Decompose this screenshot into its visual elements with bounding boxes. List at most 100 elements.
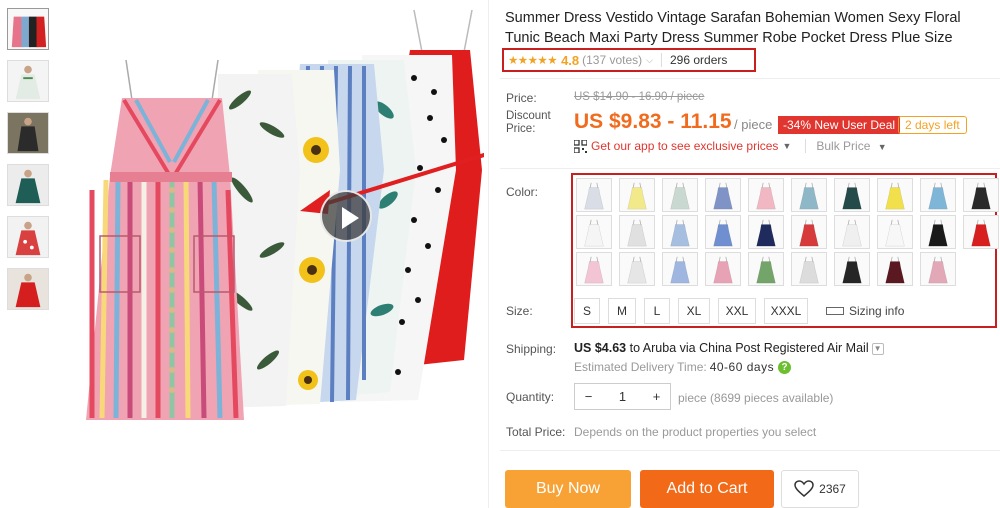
- add-to-cart-button[interactable]: Add to Cart: [640, 470, 774, 508]
- thumbnail-1[interactable]: [7, 8, 49, 50]
- bulk-price-label: Bulk Price: [816, 139, 871, 153]
- color-swatch-18[interactable]: [877, 215, 913, 249]
- app-exclusive-prices-link[interactable]: Get our app to see exclusive prices: [591, 139, 778, 153]
- section-divider: [500, 450, 1000, 451]
- color-swatch-26[interactable]: [791, 252, 827, 286]
- new-user-deal-badge: -34% New User Deal: [778, 116, 901, 134]
- quantity-label: Quantity:: [506, 390, 555, 404]
- orders-count: 296 orders: [670, 53, 728, 67]
- estimated-delivery-label: Estimated Delivery Time:: [574, 360, 707, 374]
- caret-down-icon[interactable]: ▼: [782, 141, 791, 151]
- size-label: Size:: [506, 304, 533, 318]
- color-swatch-28[interactable]: [877, 252, 913, 286]
- days-left-badge: 2 days left: [898, 116, 967, 134]
- size-option-xxl[interactable]: XXL: [718, 298, 756, 324]
- caret-down-icon: ▼: [877, 142, 887, 152]
- original-price: US $14.90 - 16.90 / piece: [574, 91, 705, 103]
- quantity-input[interactable]: 1: [609, 389, 636, 404]
- discount-label-line-2: Price:: [506, 123, 536, 135]
- size-option-xl[interactable]: XL: [678, 298, 710, 324]
- size-option-xxxl[interactable]: XXXL: [764, 298, 808, 324]
- shipping-options-dropdown-icon[interactable]: ▼: [871, 342, 884, 355]
- size-option-s[interactable]: S: [574, 298, 600, 324]
- price-label: Price:: [506, 91, 537, 105]
- thumbnail-4[interactable]: [7, 164, 49, 206]
- rating-summary: ★★★★★ 4.8 (137 votes) ⌵ 296 orders: [502, 48, 756, 72]
- color-swatch-20[interactable]: [963, 215, 999, 249]
- ruler-icon: [826, 307, 844, 315]
- color-swatch-22[interactable]: [619, 252, 655, 286]
- vertical-divider: [488, 0, 489, 508]
- shipping-cost: US $4.63: [574, 341, 627, 355]
- discount-price: US $9.83 - 11.15: [574, 110, 732, 133]
- thumbnail-5[interactable]: [7, 216, 49, 258]
- shipping-destination: to Aruba via China Post Registered Air M…: [626, 341, 869, 355]
- color-swatch-4[interactable]: [705, 178, 741, 212]
- shipping-info: US $4.63 to Aruba via China Post Registe…: [574, 341, 884, 355]
- shipping-label: Shipping:: [506, 342, 557, 356]
- thumbnail-6[interactable]: [7, 268, 49, 310]
- color-label: Color:: [506, 185, 539, 199]
- rating-divider: [661, 53, 662, 67]
- color-swatch-10[interactable]: [963, 178, 999, 212]
- color-swatch-16[interactable]: [791, 215, 827, 249]
- buy-now-button[interactable]: Buy Now: [505, 470, 631, 508]
- main-product-image[interactable]: [72, 0, 484, 430]
- thumbnail-2[interactable]: [7, 60, 49, 102]
- color-swatch-5[interactable]: [748, 178, 784, 212]
- size-option-l[interactable]: L: [644, 298, 670, 324]
- sizing-info-link[interactable]: Sizing info: [826, 304, 904, 318]
- color-swatch-21[interactable]: [576, 252, 612, 286]
- chevron-down-icon[interactable]: ⌵: [646, 55, 653, 66]
- quantity-decrease-button[interactable]: −: [575, 389, 602, 404]
- color-swatch-15[interactable]: [748, 215, 784, 249]
- color-swatch-17[interactable]: [834, 215, 870, 249]
- color-swatch-13[interactable]: [662, 215, 698, 249]
- rating-value: 4.8: [561, 52, 580, 68]
- color-swatch-1[interactable]: [576, 178, 612, 212]
- quantity-available: piece (8699 pieces available): [678, 391, 834, 405]
- play-video-button[interactable]: [320, 190, 372, 242]
- estimated-delivery-days: 40-60 days: [709, 360, 775, 374]
- thumbnail-list: [7, 8, 51, 320]
- estimated-delivery: Estimated Delivery Time: 40-60 days?: [574, 360, 792, 375]
- color-swatch-24[interactable]: [705, 252, 741, 286]
- color-swatch-14[interactable]: [705, 215, 741, 249]
- color-swatch-8[interactable]: [877, 178, 913, 212]
- color-swatch-6[interactable]: [791, 178, 827, 212]
- total-price-note: Depends on the product properties you se…: [574, 425, 817, 439]
- color-swatch-2[interactable]: [619, 178, 655, 212]
- votes-count-link[interactable]: (137 votes): [582, 53, 642, 67]
- rating-stars-icon: ★★★★★: [508, 55, 558, 67]
- color-swatch-9[interactable]: [920, 178, 956, 212]
- help-icon[interactable]: ?: [778, 361, 792, 375]
- color-swatch-29[interactable]: [920, 252, 956, 286]
- color-swatch-7[interactable]: [834, 178, 870, 212]
- color-swatch-19[interactable]: [920, 215, 956, 249]
- total-price-label: Total Price:: [506, 425, 566, 439]
- qr-code-icon: [574, 139, 587, 153]
- wishlist-button[interactable]: 2367: [781, 470, 859, 508]
- color-swatch-23[interactable]: [662, 252, 698, 286]
- thumbnail-3[interactable]: [7, 112, 49, 154]
- color-swatch-11[interactable]: [576, 215, 612, 249]
- sizing-info-label: Sizing info: [849, 304, 905, 318]
- bulk-price-dropdown[interactable]: Bulk Price ▼: [805, 139, 887, 153]
- quantity-increase-button[interactable]: +: [643, 389, 670, 404]
- section-divider: [500, 78, 1000, 79]
- color-swatch-27[interactable]: [834, 252, 870, 286]
- product-title: Summer Dress Vestido Vintage Sarafan Boh…: [505, 10, 961, 46]
- price-unit: / piece: [734, 117, 773, 132]
- color-swatch-12[interactable]: [619, 215, 655, 249]
- heart-icon: [794, 480, 814, 497]
- discount-label-line-1: Discount: [506, 110, 551, 122]
- color-swatch-3[interactable]: [662, 178, 698, 212]
- app-promo-row: Get our app to see exclusive prices ▼ Bu…: [574, 139, 887, 153]
- wishlist-count: 2367: [819, 482, 846, 496]
- quantity-stepper: − 1 +: [574, 383, 671, 410]
- section-divider: [500, 168, 1000, 169]
- product-page: Summer Dress Vestido Vintage Sarafan Boh…: [0, 0, 1000, 508]
- color-swatch-25[interactable]: [748, 252, 784, 286]
- size-option-m[interactable]: M: [608, 298, 636, 324]
- discount-price-label: Discount Price:: [506, 110, 551, 136]
